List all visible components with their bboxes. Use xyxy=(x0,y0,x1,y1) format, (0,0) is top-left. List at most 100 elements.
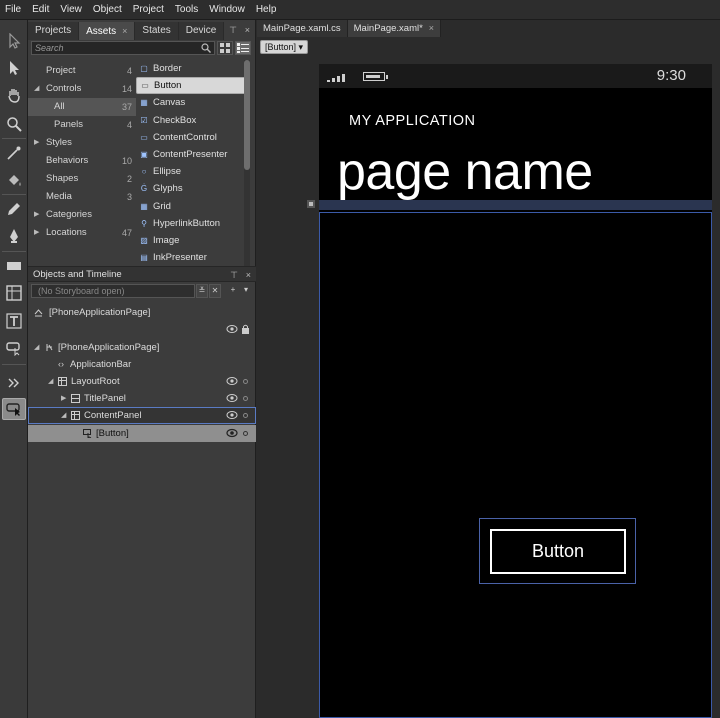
tab-mainpage-xaml[interactable]: MainPage.xaml* × xyxy=(347,20,442,37)
search-input[interactable]: Search xyxy=(31,41,215,55)
menu-edit[interactable]: Edit xyxy=(27,0,55,20)
asset-grid[interactable]: ▦ Grid xyxy=(136,198,248,215)
eye-icon[interactable] xyxy=(226,324,238,334)
tab-device[interactable]: Device xyxy=(178,22,225,40)
category-panels[interactable]: Panels 4 xyxy=(28,116,136,134)
eye-icon[interactable] xyxy=(226,393,238,403)
asset-list-scrollbar[interactable] xyxy=(244,60,250,270)
storyboard-selector[interactable]: (No Storyboard open) xyxy=(31,284,195,298)
lock-toggle-icon[interactable] xyxy=(243,431,248,436)
lock-icon[interactable] xyxy=(241,324,250,334)
tree-node-phoneapplicationpage[interactable]: ◢ [PhoneApplicationPage] xyxy=(28,339,256,356)
menu-view[interactable]: View xyxy=(55,0,88,20)
close-icon[interactable]: × xyxy=(122,26,127,36)
expanded-triangle-icon[interactable]: ◢ xyxy=(48,373,53,390)
menu-file[interactable]: File xyxy=(0,0,27,20)
collapsed-triangle-icon[interactable]: ▶ xyxy=(34,206,39,224)
chevron-down-icon[interactable]: ▾ xyxy=(240,284,252,298)
tab-states[interactable]: States xyxy=(135,22,179,40)
content-panel[interactable]: Button xyxy=(319,212,712,718)
asset-contentpresenter[interactable]: ▣ ContentPresenter xyxy=(136,146,248,163)
tab-assets[interactable]: Assets × xyxy=(79,22,136,40)
category-behaviors[interactable]: Behaviors 10 xyxy=(28,152,136,170)
tree-node-page-root[interactable]: [PhoneApplicationPage] xyxy=(28,304,256,321)
grid-icon: ▦ xyxy=(140,201,148,211)
lock-toggle-icon[interactable] xyxy=(243,396,248,401)
menu-window[interactable]: Window xyxy=(204,0,251,20)
storyboard-options-button[interactable]: ≚ xyxy=(196,284,208,298)
tree-node-titlepanel[interactable]: ▶ TitlePanel xyxy=(28,390,256,407)
expanded-triangle-icon[interactable]: ◢ xyxy=(34,80,39,98)
menu-project[interactable]: Project xyxy=(128,0,170,20)
lock-toggle-icon[interactable] xyxy=(243,413,248,418)
menu-tools[interactable]: Tools xyxy=(170,0,204,20)
scrollbar-thumb[interactable] xyxy=(244,60,250,170)
menu-help[interactable]: Help xyxy=(251,0,283,20)
asset-contentcontrol[interactable]: ▭ ContentControl xyxy=(136,129,248,146)
rectangle-tool[interactable] xyxy=(2,255,26,277)
pin-icon[interactable]: ⊤ xyxy=(230,270,238,281)
text-tool[interactable] xyxy=(2,310,26,332)
asset-hyperlinkbutton[interactable]: ⚲ HyperlinkButton xyxy=(136,215,248,232)
tree-node-button[interactable]: [Button] xyxy=(28,425,256,442)
button-control-tool[interactable] xyxy=(2,337,26,359)
list-view-button[interactable] xyxy=(235,41,251,55)
eye-icon[interactable] xyxy=(226,428,238,438)
new-storyboard-button[interactable]: + xyxy=(227,284,239,298)
close-icon[interactable]: × xyxy=(429,23,434,33)
grid-view-button[interactable] xyxy=(217,41,233,55)
collapsed-triangle-icon[interactable]: ▶ xyxy=(34,134,39,152)
asset-button-tool[interactable] xyxy=(2,398,26,420)
eyedropper-tool[interactable] xyxy=(2,142,26,164)
eye-icon[interactable] xyxy=(226,376,238,386)
asset-ellipse[interactable]: ○ Ellipse xyxy=(136,163,248,180)
menu-object[interactable]: Object xyxy=(88,0,128,20)
zoom-tool[interactable] xyxy=(2,113,26,135)
expanded-triangle-icon[interactable]: ◢ xyxy=(61,407,66,424)
collapsed-triangle-icon[interactable]: ▶ xyxy=(61,390,66,407)
close-storyboard-button[interactable]: ✕ xyxy=(209,284,221,298)
tab-mainpage-xaml-cs[interactable]: MainPage.xaml.cs xyxy=(257,20,348,37)
category-all[interactable]: All 37 xyxy=(28,98,136,116)
category-styles[interactable]: ▶ Styles xyxy=(28,134,136,152)
resize-handle-icon[interactable] xyxy=(307,200,315,208)
category-controls[interactable]: ◢ Controls 14 xyxy=(28,80,136,98)
asset-label: Grid xyxy=(153,200,171,212)
tab-projects[interactable]: Projects xyxy=(28,22,80,40)
category-categories[interactable]: ▶ Categories xyxy=(28,206,136,224)
phone-button[interactable]: Button xyxy=(490,529,626,574)
breadcrumb[interactable]: [Button] ▾ xyxy=(260,40,309,54)
asset-image[interactable]: ▨ Image xyxy=(136,232,248,249)
collapsed-triangle-icon[interactable]: ▶ xyxy=(34,224,39,242)
phone-artboard[interactable]: 9:30 MY APPLICATION page name Button xyxy=(319,64,712,718)
pin-icon[interactable]: ⊤ xyxy=(229,25,237,36)
button-selection-frame[interactable]: Button xyxy=(479,518,636,584)
pencil-tool[interactable] xyxy=(2,198,26,220)
expanded-triangle-icon[interactable]: ◢ xyxy=(34,339,39,356)
close-icon[interactable]: × xyxy=(245,25,250,35)
pan-tool[interactable] xyxy=(2,84,26,106)
lock-toggle-icon[interactable] xyxy=(243,379,248,384)
pen-tool[interactable] xyxy=(2,225,26,247)
tree-node-layoutroot[interactable]: ◢ LayoutRoot xyxy=(28,373,256,390)
category-locations[interactable]: ▶ Locations 47 xyxy=(28,224,136,242)
asset-border[interactable]: ▢ Border xyxy=(136,60,248,77)
tree-node-contentpanel[interactable]: ◢ ContentPanel xyxy=(28,407,256,424)
direct-selection-tool[interactable] xyxy=(2,57,26,79)
tree-node-applicationbar[interactable]: ‹› ApplicationBar xyxy=(28,356,256,373)
grid-tool[interactable] xyxy=(2,282,26,304)
category-media[interactable]: Media 3 xyxy=(28,188,136,206)
close-icon[interactable]: × xyxy=(246,270,251,280)
eye-icon[interactable] xyxy=(226,410,238,420)
asset-button[interactable]: ▭ Button xyxy=(136,77,248,95)
asset-inkpresenter[interactable]: ▤ InkPresenter xyxy=(136,249,248,266)
asset-canvas[interactable]: ▦ Canvas xyxy=(136,94,248,111)
expand-tools-button[interactable] xyxy=(2,372,26,394)
node-label: LayoutRoot xyxy=(71,376,120,387)
asset-checkbox[interactable]: ☑ CheckBox xyxy=(136,112,248,129)
paint-bucket-tool[interactable] xyxy=(2,169,26,191)
category-project[interactable]: Project 4 xyxy=(28,62,136,80)
selection-tool[interactable] xyxy=(2,30,26,52)
asset-glyphs[interactable]: Ġ Glyphs xyxy=(136,180,248,197)
category-shapes[interactable]: Shapes 2 xyxy=(28,170,136,188)
